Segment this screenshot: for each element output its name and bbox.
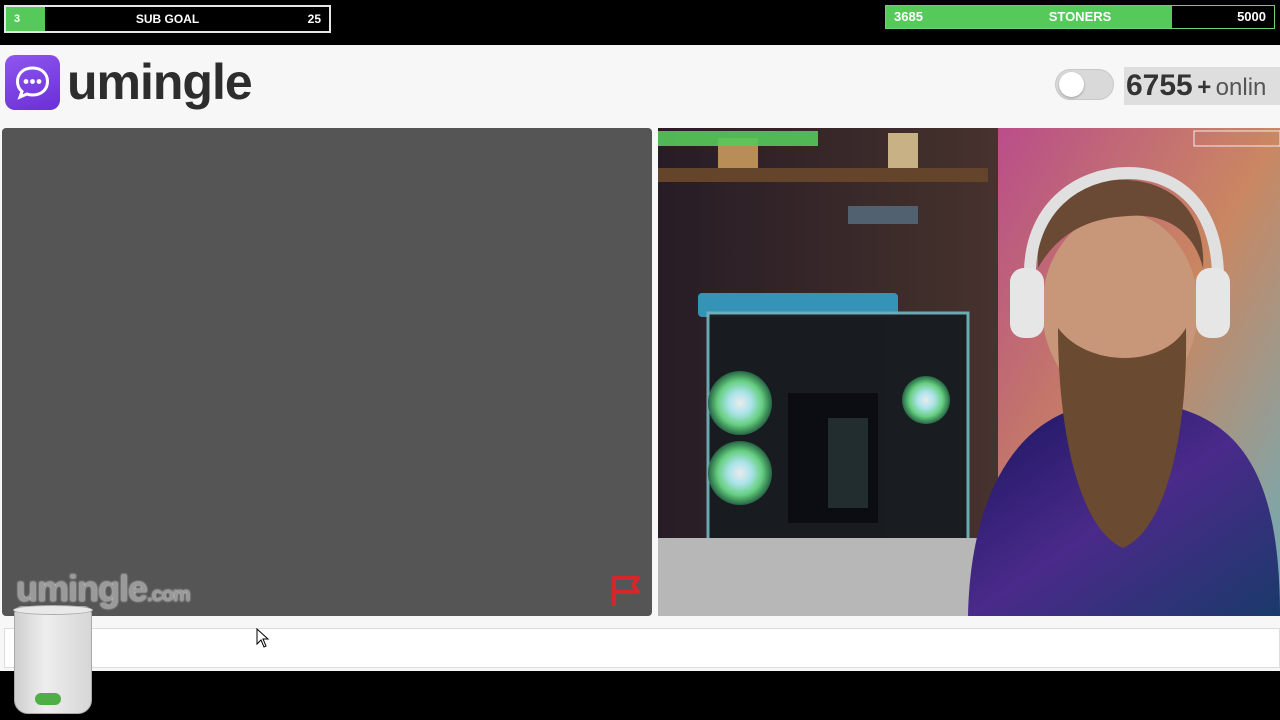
mouse-cursor-icon (256, 628, 270, 648)
cup-rim (13, 605, 93, 615)
stream-frame: 3 SUB GOAL 25 3685 STONERS 5000 umingle … (0, 0, 1280, 720)
umingle-page: umingle 6755 + onlin umingle.com (0, 45, 1280, 671)
sub-goal-bar: 3 SUB GOAL 25 (4, 5, 331, 33)
stranger-video (658, 128, 1280, 616)
online-count-badge: 6755 + onlin (1124, 67, 1280, 105)
webcam-scene (658, 128, 1280, 616)
toggle-knob (1059, 72, 1084, 97)
chat-bubble-icon (15, 66, 50, 100)
watermark: umingle.com (16, 568, 191, 610)
stoners-goal-bar: 3685 STONERS 5000 (885, 5, 1275, 29)
logo[interactable] (5, 55, 60, 110)
online-plus: + (1197, 74, 1212, 101)
cup-icon (13, 605, 93, 714)
cup-contents (35, 693, 61, 705)
self-video: umingle.com (2, 128, 652, 616)
watermark-name: umingle (16, 568, 148, 609)
report-flag-icon[interactable] (610, 574, 646, 608)
watermark-domain: .com (147, 584, 191, 606)
online-count: 6755 (1126, 69, 1193, 102)
mode-toggle[interactable] (1055, 69, 1114, 100)
brand-name[interactable]: umingle (67, 53, 253, 111)
stoners-goal-label: STONERS (1048, 9, 1112, 24)
sub-goal-label: SUB GOAL (135, 12, 200, 26)
chat-input-bar[interactable] (4, 628, 1280, 668)
stoners-goal-target: 5000 (1237, 9, 1266, 24)
sub-goal-target: 25 (307, 12, 321, 26)
online-label: onlin (1215, 74, 1267, 101)
